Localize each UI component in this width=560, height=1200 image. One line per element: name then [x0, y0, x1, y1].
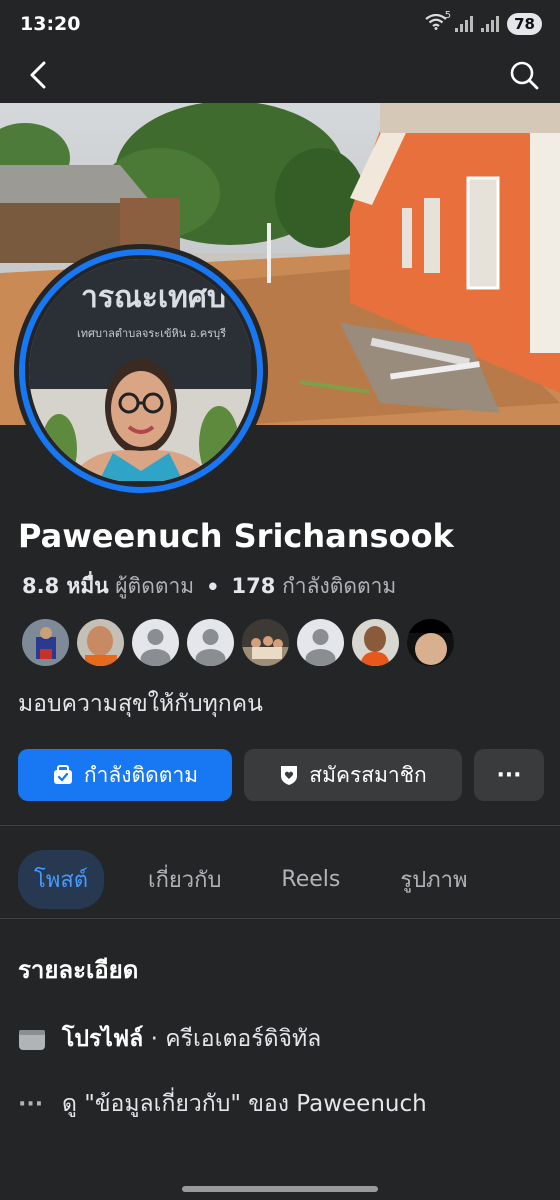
profile-bio: มอบความสุขให้กับทุกคน: [18, 691, 263, 717]
status-time: 13:20: [20, 13, 81, 35]
default-avatar[interactable]: [187, 619, 234, 666]
subscribe-button-label: สมัครสมาชิก: [309, 762, 427, 787]
mutual-followers-row[interactable]: [22, 619, 454, 666]
wifi-icon: 5: [425, 10, 451, 34]
follow-stats: 8.8 หมื่น ผู้ติดตาม • 178 กำลังติดตาม: [22, 570, 396, 603]
clapperboard-icon: [19, 1030, 45, 1050]
more-icon: ···: [496, 762, 522, 788]
search-button[interactable]: [506, 57, 542, 93]
avatar-photo: ารณะเทศบ เทศบาลตำบลจระเข้หิน อ.ครบุรี: [29, 259, 253, 483]
following-label: กำลังติดตาม: [282, 574, 397, 598]
ellipsis-icon: ···: [18, 1091, 44, 1117]
profile-actions: กำลังติดตาม สมัครสมาชิก ···: [18, 749, 544, 801]
status-icons: 5 78: [425, 10, 542, 35]
cover-sign-subtext: เทศบาลตำบลจระเข้หิน อ.ครบุรี: [77, 327, 226, 340]
default-avatar[interactable]: [297, 619, 344, 666]
profile-name: Paweenuch Srichansook: [18, 517, 454, 555]
about-link[interactable]: ดู "ข้อมูลเกี่ยวกับ" ของ Paweenuch: [62, 1086, 427, 1122]
tab-reels[interactable]: Reels: [265, 855, 356, 904]
profile-type-row: โปรไฟล์ · ครีเอเตอร์ดิจิทัล: [18, 1021, 321, 1057]
follower-avatar[interactable]: [352, 619, 399, 666]
back-arrow-icon: [30, 61, 46, 89]
followers-count: 8.8 หมื่น: [22, 574, 109, 598]
signal-icon-2: [481, 16, 500, 32]
nav-bar: [0, 48, 560, 102]
divider: [0, 825, 560, 826]
shield-heart-icon: [281, 766, 298, 785]
followers-label: ผู้ติดตาม: [115, 574, 195, 598]
home-indicator[interactable]: [182, 1186, 378, 1192]
follower-avatar[interactable]: [407, 619, 454, 666]
following-check-icon: [53, 765, 72, 784]
following-button-label: กำลังติดตาม: [83, 762, 199, 787]
default-avatar[interactable]: [132, 619, 179, 666]
tab-photos[interactable]: รูปภาพ: [384, 850, 483, 909]
separator-dot: •: [206, 574, 220, 599]
tab-about[interactable]: เกี่ยวกับ: [132, 850, 237, 909]
about-row[interactable]: ··· ดู "ข้อมูลเกี่ยวกับ" ของ Paweenuch: [18, 1086, 427, 1122]
tab-posts[interactable]: โพสต์: [18, 850, 105, 909]
follower-avatar[interactable]: [242, 619, 289, 666]
battery-icon: 78: [507, 13, 542, 35]
profile-tabs: โพสต์ เกี่ยวกับ Reels รูปภาพ: [18, 850, 484, 909]
signal-icon: [455, 16, 474, 32]
follower-avatar[interactable]: [77, 619, 124, 666]
more-options-button[interactable]: ···: [474, 749, 544, 801]
cover-sign-text: ารณะเทศบ: [81, 280, 226, 315]
followers-link[interactable]: 8.8 หมื่น ผู้ติดตาม: [22, 570, 194, 603]
profile-category: · ครีเอเตอร์ดิจิทัล: [143, 1026, 322, 1052]
status-bar: 13:20 5 78: [0, 0, 560, 48]
divider: [0, 918, 560, 919]
wifi-badge: 5: [444, 10, 452, 21]
subscribe-button[interactable]: สมัครสมาชิก: [244, 749, 462, 801]
details-title: รายละเอียด: [18, 956, 139, 984]
following-link[interactable]: 178 กำลังติดตาม: [232, 570, 397, 603]
back-button[interactable]: [20, 57, 56, 93]
search-icon: [510, 61, 539, 90]
profile-avatar[interactable]: ารณะเทศบ เทศบาลตำบลจระเข้หิน อ.ครบุรี: [14, 244, 268, 498]
following-count: 178: [231, 574, 276, 598]
story-ring: ารณะเทศบ เทศบาลตำบลจระเข้หิน อ.ครบุรี: [19, 249, 263, 493]
follower-avatar[interactable]: [22, 619, 69, 666]
profile-type-label: โปรไฟล์: [62, 1026, 144, 1052]
following-button[interactable]: กำลังติดตาม: [18, 749, 232, 801]
